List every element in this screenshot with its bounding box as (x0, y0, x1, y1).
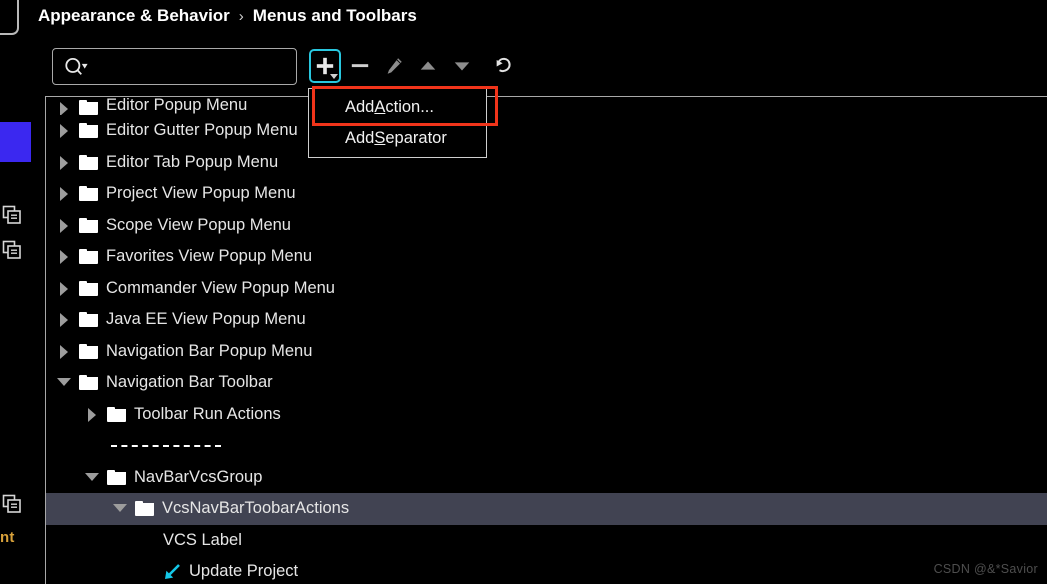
tree-row[interactable]: Commander View Popup Menu (46, 273, 1047, 305)
tree-row[interactable]: VCS Label (46, 525, 1047, 557)
tree-row-label: Navigation Bar Toolbar (106, 373, 273, 392)
edit-button[interactable] (379, 50, 409, 82)
breadcrumb: Appearance & Behavior › Menus and Toolba… (38, 2, 417, 30)
triangle-down-icon[interactable] (57, 376, 71, 389)
triangle-right-icon[interactable] (58, 102, 71, 115)
tree-row[interactable]: Navigation Bar Toolbar (46, 367, 1047, 399)
triangle-right-icon[interactable] (58, 281, 71, 296)
update-arrow-icon (163, 563, 181, 581)
menu-item-text: eparator (385, 129, 447, 147)
tree-row-label: Scope View Popup Menu (106, 215, 291, 234)
tree-row[interactable]: Project View Popup Menu (46, 178, 1047, 210)
folder-icon (79, 375, 98, 391)
tree-row[interactable]: VcsNavBarToobarActions (46, 493, 1047, 525)
triangle-right-icon[interactable] (58, 313, 71, 328)
triangle-right-icon[interactable] (58, 250, 71, 265)
triangle-right-icon[interactable] (86, 407, 99, 422)
restore-defaults-button[interactable] (489, 50, 519, 82)
tree-row[interactable]: Navigation Bar Popup Menu (46, 336, 1047, 368)
move-up-button[interactable] (413, 50, 443, 82)
tree-twisty-placeholder (86, 439, 99, 452)
watermark: CSDN @&*Savior (933, 562, 1038, 576)
blue-block (0, 122, 31, 162)
folder-icon (79, 154, 98, 170)
triangle-down-icon[interactable] (85, 471, 99, 484)
folder-icon (79, 100, 98, 115)
folder-icon (79, 186, 98, 202)
tree-row-label: Java EE View Popup Menu (106, 310, 306, 329)
search-input[interactable] (89, 48, 296, 84)
add-dropdown-menu[interactable]: Add Action... Add Separator (308, 88, 487, 158)
triangle-down-icon[interactable] (113, 502, 127, 515)
triangle-right-icon[interactable] (58, 218, 71, 233)
triangle-right-icon[interactable] (58, 155, 71, 170)
folder-icon (107, 469, 126, 485)
breadcrumb-current: Menus and Toolbars (252, 6, 417, 25)
menu-item-add-action[interactable]: Add Action... (309, 92, 486, 123)
menu-item-text: Add (345, 98, 375, 116)
tree-row[interactable]: Toolbar Run Actions (46, 399, 1047, 431)
tree-separator (111, 444, 221, 447)
tree-row-label: VcsNavBarToobarActions (162, 499, 350, 518)
tree-row[interactable]: Editor Tab Popup Menu (46, 147, 1047, 179)
search-icon (63, 57, 89, 76)
copy-icon[interactable] (2, 240, 22, 260)
tree-row[interactable] (46, 430, 1047, 462)
chevron-right-icon: › (238, 7, 244, 25)
folder-icon (135, 501, 154, 517)
triangle-right-icon[interactable] (58, 124, 71, 139)
menus-toolbars-tree[interactable]: Editor Popup Menu Editor Gutter Popup Men… (45, 96, 1047, 584)
tree-row[interactable]: Editor Popup Menu (46, 97, 1047, 115)
folder-icon (79, 312, 98, 328)
copy-icon[interactable] (2, 205, 22, 225)
tree-row-label: Editor Tab Popup Menu (106, 152, 279, 171)
tree-row-label: Project View Popup Menu (106, 184, 296, 203)
add-button[interactable] (309, 49, 341, 83)
tree-row-label: Commander View Popup Menu (106, 278, 335, 297)
menu-item-text: ction... (385, 98, 434, 116)
folder-icon (79, 280, 98, 296)
breadcrumb-parent[interactable]: Appearance & Behavior (38, 6, 230, 26)
folder-icon (79, 343, 98, 359)
remove-button[interactable] (345, 50, 375, 82)
tree-twisty-placeholder (142, 565, 155, 578)
tree-row-label: VCS Label (163, 530, 242, 549)
triangle-right-icon[interactable] (58, 344, 71, 359)
tree-row[interactable]: Update Project (46, 556, 1047, 584)
tree-row[interactable]: Java EE View Popup Menu (46, 304, 1047, 336)
folder-icon (79, 217, 98, 233)
chevron-down-icon (330, 74, 338, 79)
tree-row[interactable]: Favorites View Popup Menu (46, 241, 1047, 273)
move-down-button[interactable] (447, 50, 477, 82)
copy-icon[interactable] (2, 494, 22, 514)
folder-icon (79, 123, 98, 139)
tree-row-label: Editor Popup Menu (106, 97, 248, 114)
tree-row-label: Update Project (189, 562, 299, 581)
tree-row-label: Navigation Bar Popup Menu (106, 341, 313, 360)
rail-truncated-label: nt (0, 529, 15, 546)
toolbar (52, 46, 519, 86)
tree-row-label: NavBarVcsGroup (134, 467, 263, 486)
folder-icon (79, 249, 98, 265)
rounded-square-icon (0, 0, 19, 35)
search-field[interactable] (52, 47, 297, 85)
tree-twisty-placeholder (142, 534, 155, 547)
menu-item-text: Add (345, 129, 375, 147)
menu-item-mnemonic: A (374, 98, 386, 116)
settings-window: nt Appearance & Behavior › Menus and Too… (0, 0, 1047, 584)
triangle-right-icon[interactable] (58, 187, 71, 202)
tree-row-label: Editor Gutter Popup Menu (106, 121, 298, 140)
tree-row-label: Toolbar Run Actions (134, 404, 281, 423)
tree-row[interactable]: Editor Gutter Popup Menu (46, 115, 1047, 147)
tree-row-label: Favorites View Popup Menu (106, 247, 313, 266)
left-rail: nt (0, 0, 45, 584)
menu-item-add-separator[interactable]: Add Separator (309, 123, 486, 154)
tree-row[interactable]: Scope View Popup Menu (46, 210, 1047, 242)
menu-item-mnemonic: S (374, 129, 386, 147)
tree-row[interactable]: NavBarVcsGroup (46, 462, 1047, 494)
folder-icon (107, 406, 126, 422)
